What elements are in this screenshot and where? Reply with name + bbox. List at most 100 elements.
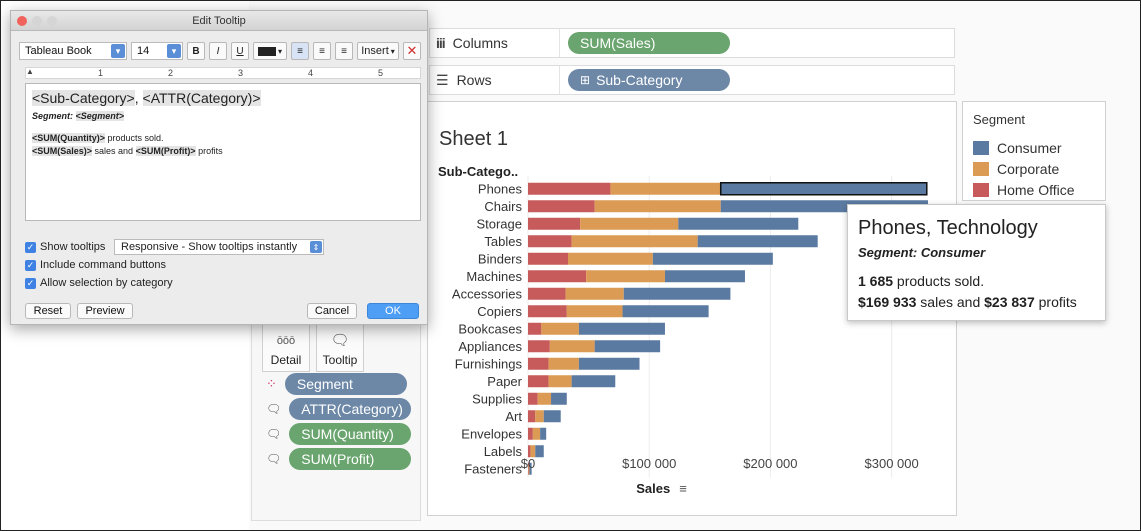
editor-line-1: <Sub-Category>, <ATTR(Category)> — [32, 90, 261, 106]
underline-button[interactable]: U — [231, 42, 249, 60]
font-size-select[interactable]: 14 ▾ — [131, 42, 183, 60]
bar-consumer[interactable] — [594, 340, 661, 353]
legend-item-consumer[interactable]: Consumer — [973, 140, 1062, 156]
bar-corporate[interactable] — [586, 270, 665, 283]
category-label: Paper — [487, 374, 522, 389]
ok-button[interactable]: OK — [367, 303, 419, 319]
detail-button[interactable]: ōōō Detail — [262, 324, 310, 372]
columns-pill-sum-sales[interactable]: SUM(Sales) — [568, 32, 730, 54]
bar-corporate[interactable] — [537, 392, 552, 405]
bar-home-office[interactable] — [528, 427, 533, 440]
clear-format-icon[interactable]: ✕ — [403, 42, 421, 60]
close-window-icon[interactable] — [17, 16, 27, 26]
rows-shelf[interactable]: ☰ Rows ⊞ Sub-Category — [429, 65, 955, 95]
bar-home-office[interactable] — [528, 200, 595, 213]
bar-consumer[interactable] — [540, 427, 547, 440]
cancel-button[interactable]: Cancel — [307, 303, 357, 319]
align-center-icon[interactable]: ≡ — [313, 42, 331, 60]
bar-home-office[interactable] — [528, 270, 587, 283]
bar-consumer[interactable] — [678, 217, 799, 230]
bar-home-office[interactable] — [528, 305, 567, 318]
dialog-titlebar[interactable]: Edit Tooltip — [11, 11, 427, 31]
bar-home-office[interactable] — [528, 322, 542, 335]
align-left-icon[interactable]: ≡ — [291, 42, 309, 60]
legend-label: Corporate — [997, 161, 1060, 177]
expand-icon[interactable]: ⊞ — [580, 73, 590, 87]
insert-menu-button[interactable]: Insert ▾ — [357, 42, 399, 60]
bar-consumer[interactable] — [535, 445, 544, 458]
mark-sum-quantity[interactable]: 🗨 SUM(Quantity) — [266, 423, 412, 445]
bar-home-office[interactable] — [528, 410, 536, 423]
bar-corporate[interactable] — [548, 357, 579, 370]
bar-corporate[interactable] — [532, 427, 541, 440]
bar-home-office[interactable] — [528, 357, 549, 370]
bar-home-office[interactable] — [528, 217, 581, 230]
bar-corporate[interactable] — [594, 200, 721, 213]
bar-corporate[interactable] — [548, 375, 572, 388]
bar-consumer[interactable] — [551, 392, 567, 405]
bar-corporate[interactable] — [549, 340, 595, 353]
segment-pill[interactable]: Segment — [284, 373, 407, 395]
tooltip-editor[interactable]: <Sub-Category>, <ATTR(Category)> Segment… — [25, 83, 421, 221]
bar-corporate[interactable] — [541, 322, 579, 335]
attr-category-pill[interactable]: ATTR(Category) — [289, 398, 412, 420]
bar-consumer[interactable] — [622, 305, 709, 318]
legend-item-home-office[interactable]: Home Office — [973, 182, 1075, 198]
bar-consumer[interactable] — [720, 182, 927, 195]
bar-home-office[interactable] — [528, 182, 611, 195]
preview-button[interactable]: Preview — [77, 303, 133, 319]
show-tooltips-checkbox[interactable]: ✓ Show tooltips — [25, 241, 105, 253]
bold-button[interactable]: B — [187, 42, 205, 60]
tooltip-sales-value: $169 933 — [858, 294, 917, 310]
bar-corporate[interactable] — [535, 410, 544, 423]
rows-pill-sub-category[interactable]: ⊞ Sub-Category — [568, 69, 730, 91]
text-ruler[interactable]: ▲ 1 2 3 4 5 — [25, 67, 421, 79]
bar-home-office[interactable] — [528, 375, 549, 388]
bar-consumer[interactable] — [578, 357, 640, 370]
tooltip-button[interactable]: 🗨 Tooltip — [316, 324, 364, 372]
bar-corporate[interactable] — [580, 217, 679, 230]
allow-selection-label: Allow selection by category — [40, 277, 173, 289]
ruler-indent-icon[interactable]: ▲ — [26, 68, 34, 76]
mark-segment[interactable]: ⁘ Segment — [266, 373, 407, 395]
bar-home-office[interactable] — [528, 392, 538, 405]
reset-button[interactable]: Reset — [25, 303, 71, 319]
bar-home-office[interactable] — [528, 252, 568, 265]
bar-corporate[interactable] — [565, 287, 624, 300]
bar-corporate[interactable] — [566, 305, 623, 318]
zoom-window-icon[interactable] — [47, 16, 57, 26]
bar-consumer[interactable] — [578, 322, 665, 335]
bar-corporate[interactable] — [610, 182, 721, 195]
row-header: Sub-Catego.. — [438, 164, 518, 179]
legend-item-corporate[interactable]: Corporate — [973, 161, 1059, 177]
allow-selection-checkbox[interactable]: ✓ Allow selection by category — [25, 277, 173, 289]
legend-swatch — [973, 183, 989, 197]
font-family-select[interactable]: Tableau Book ▾ — [19, 42, 127, 60]
bar-corporate[interactable] — [571, 235, 698, 248]
font-color-button[interactable]: ▾ — [253, 42, 287, 60]
bar-consumer[interactable] — [664, 270, 745, 283]
bar-consumer[interactable] — [571, 375, 616, 388]
bar-consumer[interactable] — [652, 252, 773, 265]
bar-consumer[interactable] — [543, 410, 561, 423]
tooltip-title: Phones, Technology — [858, 217, 1038, 239]
mark-sum-profit[interactable]: 🗨 SUM(Profit) — [266, 448, 412, 470]
italic-button[interactable]: I — [209, 42, 227, 60]
align-right-icon[interactable]: ≡ — [335, 42, 353, 60]
columns-shelf[interactable]: iii Columns SUM(Sales) — [429, 28, 955, 58]
legend-label: Consumer — [997, 140, 1062, 156]
bar-home-office[interactable] — [528, 235, 572, 248]
sum-quantity-pill[interactable]: SUM(Quantity) — [289, 423, 412, 445]
minimize-window-icon[interactable] — [32, 16, 42, 26]
sum-profit-pill[interactable]: SUM(Profit) — [289, 448, 412, 470]
include-buttons-checkbox[interactable]: ✓ Include command buttons — [25, 259, 166, 271]
bar-home-office[interactable] — [528, 287, 566, 300]
editor-text: , — [134, 90, 143, 106]
sort-icon[interactable]: ≡ — [679, 481, 687, 496]
bar-home-office[interactable] — [528, 340, 550, 353]
bar-corporate[interactable] — [568, 252, 653, 265]
bar-consumer[interactable] — [697, 235, 818, 248]
mark-attr-category[interactable]: 🗨 ATTR(Category) — [266, 398, 412, 420]
tooltip-mode-select[interactable]: Responsive - Show tooltips instantly ⇕ — [114, 239, 324, 255]
bar-consumer[interactable] — [623, 287, 731, 300]
